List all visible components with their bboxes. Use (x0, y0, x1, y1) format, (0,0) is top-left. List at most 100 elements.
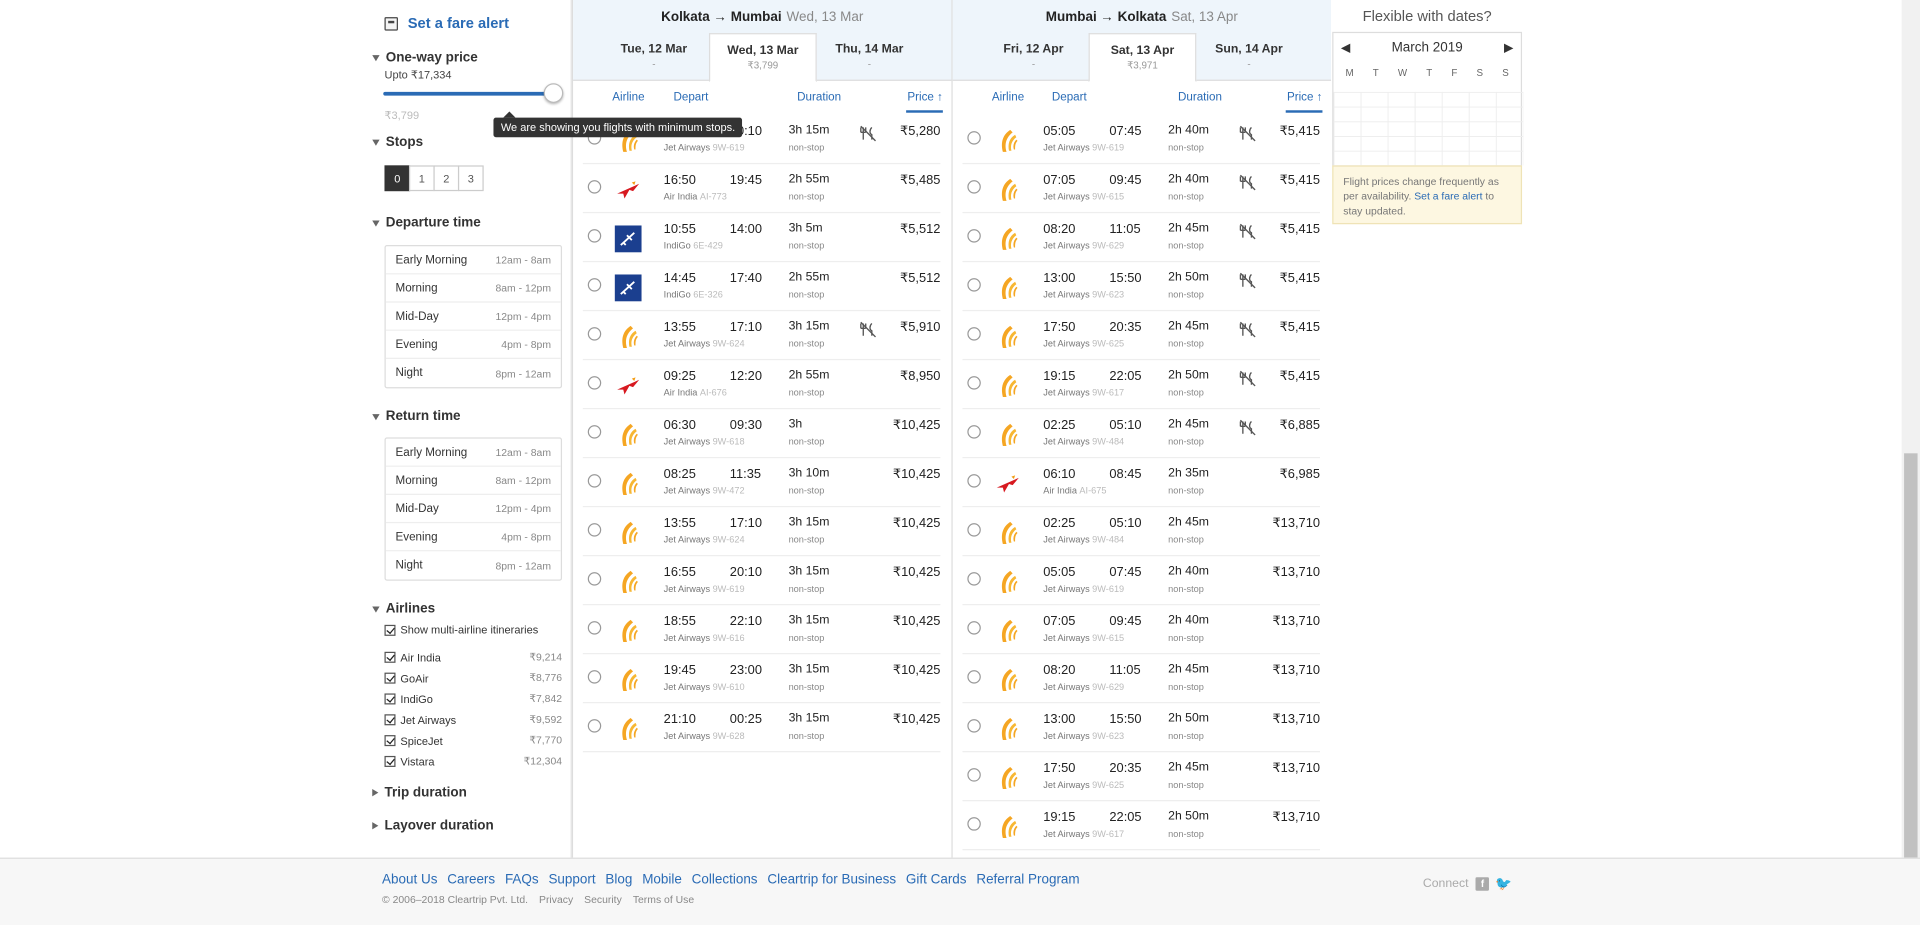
flight-row[interactable]: 16:50 19:45 Air India AI-773 2h 55m non-stop ₹… (582, 164, 941, 214)
checkbox-icon[interactable] (384, 735, 396, 747)
date-tab-selected[interactable]: Sat, 13 Apr ₹3,971 (1088, 33, 1197, 83)
flight-row[interactable]: 17:50 20:35 Jet Airways 9W-625 2h 45m non-sto… (962, 311, 1320, 361)
select-flight-radio[interactable] (967, 229, 981, 243)
flight-row[interactable]: 07:05 09:45 Jet Airways 9W-615 2h 40m non-sto… (962, 605, 1320, 655)
checkbox-icon[interactable] (384, 693, 396, 705)
return-time-header[interactable]: Return time (372, 409, 461, 424)
time-slot-night[interactable]: Night 8pm - 12am (386, 551, 561, 579)
select-flight-radio[interactable] (587, 572, 602, 586)
flight-row[interactable]: 08:25 11:35 Jet Airways 9W-472 3h 10m non-sto… (582, 458, 941, 508)
flight-row[interactable]: 18:55 22:10 Jet Airways 9W-616 3h 15m non-sto… (582, 605, 941, 655)
select-flight-radio[interactable] (587, 474, 602, 488)
select-flight-radio[interactable] (587, 719, 602, 733)
airline-filter-air-india[interactable]: Air India ₹9,214 (384, 651, 562, 664)
footer-legal-link[interactable]: Privacy (539, 893, 573, 905)
flight-row[interactable]: 21:10 00:25 Jet Airways 9W-628 3h 15m non-sto… (582, 703, 941, 753)
airline-filter-vistara[interactable]: Vistara ₹12,304 (384, 755, 562, 768)
select-flight-radio[interactable] (967, 768, 981, 782)
flight-row[interactable]: 07:05 09:45 Jet Airways 9W-615 2h 40m non-sto… (962, 164, 1320, 214)
stops-option-3[interactable]: 3 (457, 165, 484, 192)
flight-row[interactable]: 08:20 11:05 Jet Airways 9W-629 2h 45m non-sto… (962, 213, 1320, 263)
select-flight-radio[interactable] (587, 180, 602, 194)
flight-row[interactable]: 19:15 22:05 Jet Airways 9W-617 2h 50m non-sto… (962, 360, 1320, 410)
sort-duration[interactable]: Duration (1178, 91, 1222, 104)
airline-filter-spicejet[interactable]: SpiceJet ₹7,770 (384, 734, 562, 747)
select-flight-radio[interactable] (967, 621, 981, 635)
airlines-header[interactable]: Airlines (372, 602, 435, 616)
select-flight-radio[interactable] (587, 621, 602, 635)
footer-link-about-us[interactable]: About Us (382, 872, 437, 887)
flight-row[interactable]: 13:55 17:10 Jet Airways 9W-624 3h 15m non-sto… (582, 311, 941, 361)
stops-option-2[interactable]: 2 (433, 165, 460, 192)
date-tab-selected[interactable]: Wed, 13 Mar ₹3,799 (708, 33, 817, 83)
layover-duration-header[interactable]: Layover duration (372, 818, 494, 833)
flight-row[interactable]: 13:00 15:50 Jet Airways 9W-623 2h 50m non-sto… (962, 703, 1320, 753)
next-month-icon[interactable]: ▶ (1504, 41, 1513, 54)
date-tab-prev[interactable]: Tue, 12 Mar - (600, 33, 708, 81)
footer-legal-link[interactable]: Security (584, 893, 622, 905)
select-flight-radio[interactable] (967, 719, 981, 733)
scrollbar-thumb[interactable] (1904, 453, 1918, 858)
flight-row[interactable]: 06:30 09:30 Jet Airways 9W-618 3h non-stop ₹10… (582, 409, 941, 459)
flight-row[interactable]: 08:20 11:05 Jet Airways 9W-629 2h 45m non-sto… (962, 654, 1320, 704)
flight-row[interactable]: 16:55 20:10 Jet Airways 9W-619 3h 15m non-sto… (582, 556, 941, 606)
checkbox-icon[interactable] (384, 714, 396, 726)
flight-row[interactable]: 19:45 23:00 Jet Airways 9W-610 3h 15m non-sto… (582, 654, 941, 704)
fare-alert-link[interactable]: Set a fare alert (384, 15, 509, 32)
select-flight-radio[interactable] (967, 376, 981, 390)
footer-link-mobile[interactable]: Mobile (642, 872, 682, 887)
footer-legal-link[interactable]: Terms of Use (633, 893, 694, 905)
select-flight-radio[interactable] (967, 425, 981, 439)
footer-link-careers[interactable]: Careers (447, 872, 495, 887)
date-tab-next[interactable]: Sun, 14 Apr - (1195, 33, 1303, 81)
time-slot-evening[interactable]: Evening 4pm - 8pm (385, 523, 561, 552)
select-flight-radio[interactable] (587, 523, 602, 537)
sort-price[interactable]: Price ↑ (1287, 91, 1323, 104)
time-slot-evening[interactable]: Evening 4pm - 8pm (385, 331, 561, 359)
flight-row[interactable]: 13:55 17:10 Jet Airways 9W-624 3h 15m non-sto… (582, 507, 941, 557)
date-tab-prev[interactable]: Fri, 12 Apr - (980, 33, 1088, 81)
stops-option-0[interactable]: 0 (384, 165, 411, 192)
flight-row[interactable]: 13:00 15:50 Jet Airways 9W-623 2h 50m non-sto… (962, 262, 1320, 312)
flight-row[interactable]: 14:45 17:40 IndiGo 6E-326 2h 55m non-stop ₹5,5… (582, 262, 941, 312)
time-slot-night[interactable]: Night 8pm - 12am (386, 359, 561, 387)
select-flight-radio[interactable] (967, 474, 981, 488)
page-scrollbar[interactable] (1901, 0, 1920, 858)
select-flight-radio[interactable] (967, 278, 981, 292)
time-slot-morning[interactable]: Morning 8am - 12pm (385, 274, 561, 303)
select-flight-radio[interactable] (967, 670, 981, 684)
price-slider-track[interactable] (383, 91, 555, 96)
footer-link-cleartrip-for-business[interactable]: Cleartrip for Business (767, 872, 896, 887)
footer-link-blog[interactable]: Blog (605, 872, 632, 887)
time-slot-mid-day[interactable]: Mid-Day 12pm - 4pm (385, 303, 561, 331)
select-flight-radio[interactable] (587, 425, 602, 439)
date-tab-next[interactable]: Thu, 14 Mar - (816, 33, 924, 81)
note-fare-alert-link[interactable]: Set a fare alert (1414, 190, 1482, 202)
select-flight-radio[interactable] (587, 229, 602, 243)
select-flight-radio[interactable] (967, 327, 981, 341)
checkbox-icon[interactable] (384, 624, 396, 636)
twitter-icon[interactable]: 🐦 (1495, 877, 1512, 892)
multi-airline-checkbox[interactable]: Show multi-airline itineraries (384, 624, 562, 636)
flight-row[interactable]: 06:10 08:45 Air India AI-675 2h 35m non-stop ₹… (962, 458, 1320, 508)
stops-option-1[interactable]: 1 (408, 165, 435, 192)
footer-link-referral-program[interactable]: Referral Program (976, 872, 1079, 887)
time-slot-early-morning[interactable]: Early Morning 12am - 8am (385, 246, 561, 275)
flight-row[interactable]: 19:15 22:05 Jet Airways 9W-617 2h 50m non-sto… (962, 801, 1320, 851)
select-flight-radio[interactable] (587, 670, 602, 684)
select-flight-radio[interactable] (587, 327, 602, 341)
sort-depart[interactable]: Depart (1052, 91, 1087, 104)
oneway-price-header[interactable]: One-way price (372, 50, 478, 65)
sort-depart[interactable]: Depart (673, 91, 708, 104)
sort-airline[interactable]: Airline (612, 91, 644, 104)
checkbox-icon[interactable] (384, 651, 396, 663)
time-slot-morning[interactable]: Morning 8am - 12pm (385, 467, 561, 495)
flight-row[interactable]: 02:25 05:10 Jet Airways 9W-484 2h 45m non-sto… (962, 507, 1320, 557)
departure-time-header[interactable]: Departure time (372, 216, 481, 230)
footer-link-support[interactable]: Support (548, 872, 595, 887)
calendar-grid[interactable] (1333, 91, 1524, 166)
flight-row[interactable]: 05:05 07:45 Jet Airways 9W-619 2h 40m non-sto… (962, 556, 1320, 606)
sort-airline[interactable]: Airline (992, 91, 1024, 104)
facebook-icon[interactable]: f (1475, 877, 1490, 891)
time-slot-early-morning[interactable]: Early Morning 12am - 8am (385, 439, 561, 467)
